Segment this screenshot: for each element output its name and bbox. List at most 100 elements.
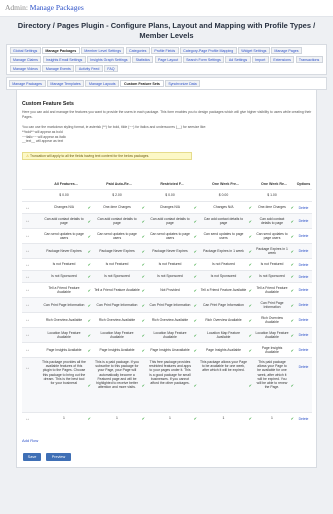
feature-cell[interactable]: 1 ✔	[198, 413, 253, 424]
subtab-manage-packages[interactable]: Manage Packages	[8, 80, 46, 87]
tab-insights-graph-settings[interactable]: Insights Graph Settings	[86, 56, 131, 63]
feature-cell[interactable]: Package Never Expires ✔	[40, 244, 92, 258]
drag-handle-icon[interactable]: ↔	[25, 332, 30, 338]
drag-handle-icon[interactable]: ↔	[25, 274, 30, 280]
feature-cell[interactable]: This paid package allows your Page to be…	[253, 358, 295, 412]
drag-handle-icon[interactable]: ↔	[25, 248, 30, 254]
feature-cell[interactable]: Can send updates to page users ✔	[253, 229, 295, 243]
breadcrumb-admin-link[interactable]: Admin:	[5, 3, 28, 12]
feature-cell[interactable]: Can Print Page Information ✔	[198, 298, 253, 312]
tab-statistics[interactable]: Statistics	[132, 56, 154, 63]
drag-handle-icon[interactable]: ↔	[25, 287, 30, 293]
feature-cell[interactable]: Can send updates to page users ✔	[198, 229, 253, 243]
tab-extensions[interactable]: Extensions	[269, 56, 295, 63]
feature-cell[interactable]: Can send updates to page users ✔	[146, 229, 198, 243]
feature-cell[interactable]: Page Insights Available ✔	[40, 343, 92, 357]
feature-cell[interactable]: Rich Overview Available ✔	[40, 313, 92, 327]
feature-cell[interactable]: 1 ✔	[146, 413, 198, 424]
drag-handle-icon[interactable]: ↔	[25, 365, 30, 371]
feature-cell[interactable]: Page Insights Available ✔	[198, 343, 253, 357]
feature-cell[interactable]: Tell a Friend Feature Available ✔	[40, 283, 92, 297]
delete-row-link[interactable]: Delete	[295, 214, 312, 228]
feature-cell[interactable]: Tell a Friend Feature Available ✔	[253, 283, 295, 297]
subtab-manage-templates[interactable]: Manage Templates	[46, 80, 85, 87]
feature-cell[interactable]: Page Insights Available ✔	[253, 343, 295, 357]
feature-cell[interactable]: This free package provides restricted fe…	[146, 358, 198, 412]
feature-cell[interactable]: Is not Sponsored ✔	[92, 271, 146, 282]
feature-cell[interactable]: Location Map Feature Available ✔	[40, 328, 92, 342]
tab-global-settings[interactable]: Global Settings	[9, 47, 41, 54]
feature-cell[interactable]: Location Map Feature Available ✔	[198, 328, 253, 342]
drag-handle-icon[interactable]: ↔	[25, 317, 30, 323]
delete-row-link[interactable]: Delete	[295, 259, 312, 270]
feature-cell[interactable]: Is not Featured ✔	[92, 259, 146, 270]
feature-cell[interactable]: Tell a Friend Feature Available ✔	[198, 283, 253, 297]
feature-cell[interactable]: Rich Overview Available ✔	[253, 313, 295, 327]
feature-cell[interactable]: Package Expires in 1 week ✔	[198, 244, 253, 258]
delete-row-link[interactable]: Delete	[295, 313, 312, 327]
feature-cell[interactable]: Location Map Feature Available ✔	[146, 328, 198, 342]
tab-manage-events[interactable]: Manage Events	[42, 65, 75, 72]
delete-row-link[interactable]: Delete	[295, 298, 312, 312]
tab-category-page-profile-mapping[interactable]: Category-Page Profile Mapping	[179, 47, 237, 54]
tab-ad-settings[interactable]: Ad Settings	[225, 56, 251, 63]
tab-activity-feed[interactable]: Activity Feed	[75, 65, 103, 72]
feature-cell[interactable]: Can add contact details to page ✔	[253, 214, 295, 228]
save-button[interactable]: Save	[23, 453, 41, 461]
feature-cell[interactable]: 1 ✔	[92, 413, 146, 424]
tab-manage-claims[interactable]: Manage Claims	[9, 56, 42, 63]
feature-cell[interactable]: Can add contact details to page ✔	[198, 214, 253, 228]
feature-cell[interactable]: Is not Featured ✔	[253, 259, 295, 270]
feature-cell[interactable]: Can Print Page Information ✔	[92, 298, 146, 312]
feature-cell[interactable]: Changes N/A ✔	[146, 202, 198, 213]
price-cell[interactable]: $ 1.00	[253, 190, 295, 201]
drag-handle-icon[interactable]: ↔	[25, 302, 30, 308]
feature-cell[interactable]: Rich Overview Available ✔	[198, 313, 253, 327]
feature-cell[interactable]: Is not Sponsored ✔	[198, 271, 253, 282]
price-cell[interactable]: $ 0.00	[146, 190, 198, 201]
delete-row-link[interactable]: Delete	[295, 229, 312, 243]
feature-cell[interactable]: Page Insights Unavailable ✔	[146, 343, 198, 357]
feature-cell[interactable]: Is not Sponsored ✔	[253, 271, 295, 282]
feature-cell[interactable]: Package Expires in 1 week ✔	[253, 244, 295, 258]
feature-cell[interactable]: Is not Sponsored ✔	[146, 271, 198, 282]
price-cell[interactable]: $ 0.00	[40, 190, 92, 201]
feature-cell[interactable]: Can Print Page Information ✔	[253, 298, 295, 312]
delete-row-link[interactable]: Delete	[295, 283, 312, 297]
tab-import[interactable]: Import	[251, 56, 269, 63]
tab-manage-pages[interactable]: Manage Pages	[270, 47, 302, 54]
price-cell[interactable]: $ 2.00	[92, 190, 146, 201]
feature-cell[interactable]: Changes N/A ✔	[198, 202, 253, 213]
feature-cell[interactable]: Rich Overview Available ✔	[92, 313, 146, 327]
delete-row-link[interactable]: Delete	[295, 328, 312, 342]
delete-row-link[interactable]: Delete	[295, 202, 312, 213]
delete-row-link[interactable]: Delete	[295, 365, 312, 369]
feature-cell[interactable]: Package Never Expires ✔	[92, 244, 146, 258]
feature-cell[interactable]: This is a paid package. If you subscribe…	[92, 358, 146, 412]
drag-handle-icon[interactable]: ↔	[25, 218, 30, 224]
tab-faq[interactable]: FAQ	[103, 65, 118, 72]
preview-button[interactable]: Preview	[46, 453, 71, 461]
feature-cell[interactable]: Can send updates to page users ✔	[40, 229, 92, 243]
tab-insights-email-settings[interactable]: Insights Email Settings	[42, 56, 86, 63]
feature-cell[interactable]: Can Print Page Information ✔	[146, 298, 198, 312]
drag-handle-icon[interactable]: ↔	[25, 233, 30, 239]
delete-row-link[interactable]: Delete	[295, 244, 312, 258]
feature-cell[interactable]: Rich Overview Available ✔	[146, 313, 198, 327]
feature-cell[interactable]: Can Print Page Information ✔	[40, 298, 92, 312]
tab-page-layout[interactable]: Page Layout	[154, 56, 182, 63]
feature-cell[interactable]: Tell a Friend Feature Available ✔	[92, 283, 146, 297]
feature-cell[interactable]: 1 ✔	[40, 413, 92, 424]
feature-cell[interactable]: Location Map Feature Available ✔	[253, 328, 295, 342]
tab-manage-packages[interactable]: Manage Packages	[41, 47, 80, 54]
tab-transactions[interactable]: Transactions	[295, 56, 323, 63]
subtab-custom-feature-sets[interactable]: Custom Feature Sets	[120, 80, 164, 87]
tab-widget-settings[interactable]: Widget Settings	[237, 47, 270, 54]
feature-cell[interactable]: Page Insights Available ✔	[92, 343, 146, 357]
drag-handle-icon[interactable]: ↔	[25, 347, 30, 353]
drag-handle-icon[interactable]: ↔	[25, 262, 30, 268]
add-row-link[interactable]: Add Row	[22, 438, 38, 443]
feature-cell[interactable]: Is not Sponsored ✔	[40, 271, 92, 282]
feature-cell[interactable]: Is not Featured ✔	[40, 259, 92, 270]
delete-row-link[interactable]: Delete	[295, 271, 312, 282]
